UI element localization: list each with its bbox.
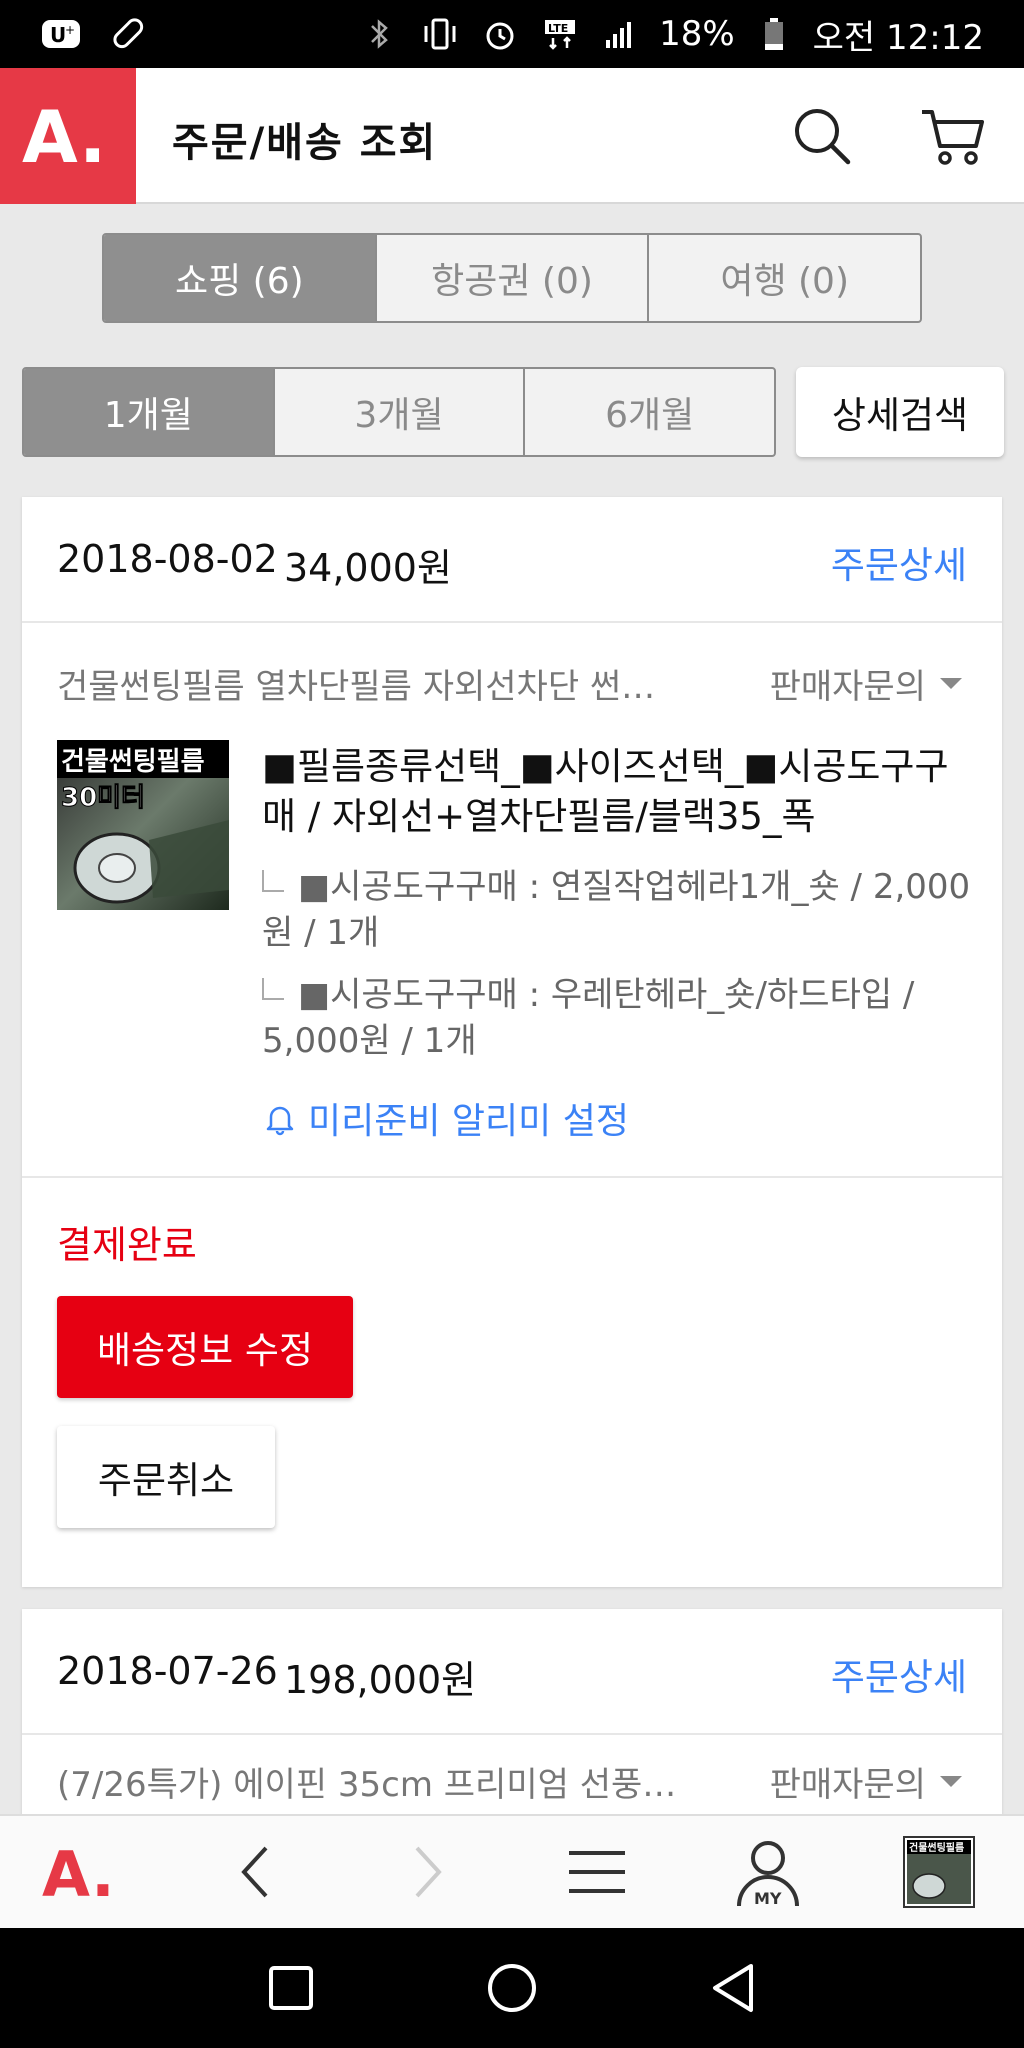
bell-icon — [266, 1106, 294, 1136]
sub-option: ■시공도구구매 : 우레탄헤라_숏/하드타입 / 5,000원 / 1개 — [262, 972, 982, 1064]
battery-icon — [753, 13, 795, 55]
recent-item-thumbnail[interactable]: 건물썬팅필름 — [894, 1827, 984, 1917]
back-icon[interactable] — [211, 1827, 301, 1917]
order-header: 2018-08-02 34,000원 주문상세 — [22, 497, 1002, 623]
battery-percent: 18% — [659, 14, 735, 54]
svg-text:건물썬팅필름: 건물썬팅필름 — [909, 1841, 964, 1854]
menu-icon[interactable] — [552, 1827, 642, 1917]
order-detail-link[interactable]: 주문상세 — [831, 1647, 967, 1701]
alarm-label: 미리준비 알리미 설정 — [308, 1101, 629, 1142]
svg-text:A.: A. — [22, 96, 106, 176]
signal-icon — [599, 13, 641, 55]
search-icon[interactable] — [790, 104, 854, 168]
forward-icon[interactable] — [382, 1827, 472, 1917]
bluetooth-icon — [359, 13, 401, 55]
sub-option-text: ■시공도구구매 : 우레탄헤라_숏/하드타입 / 5,000원 / 1개 — [262, 975, 915, 1061]
chevron-down-icon — [940, 1776, 962, 1787]
sub-option: ■시공도구구매 : 연질작업헤라1개_숏 / 2,000원 / 1개 — [262, 864, 982, 956]
tab-6-months[interactable]: 6개월 — [525, 369, 774, 455]
product-name[interactable]: 건물썬팅필름 열차단필름 자외선차단 썬… — [57, 659, 707, 708]
svg-text:LTE: LTE — [548, 22, 568, 35]
detail-search-button[interactable]: 상세검색 — [796, 367, 1004, 457]
bandage-icon — [108, 13, 150, 55]
tab-shopping[interactable]: 쇼핑 (6) — [104, 235, 377, 321]
corner-icon — [262, 870, 284, 892]
svg-text:+: + — [65, 23, 75, 37]
order-date: 2018-08-02 — [57, 537, 278, 581]
my-page-icon[interactable]: MY — [723, 1827, 813, 1917]
tab-flights[interactable]: 항공권 (0) — [377, 235, 650, 321]
product-thumbnail[interactable]: 건물썬팅필름 30미터 — [57, 740, 229, 910]
corner-icon — [262, 978, 284, 1000]
clock: 오전 12:12 — [812, 17, 984, 58]
seller-inquiry-button[interactable]: 판매자문의 — [770, 1757, 962, 1806]
home-logo-icon[interactable]: A. — [40, 1827, 130, 1917]
tab-3-months[interactable]: 3개월 — [275, 369, 526, 455]
brand-logo[interactable]: A. — [0, 68, 136, 204]
status-bar: U + LTE 18% 오전 12:12 — [0, 0, 1024, 68]
home-icon[interactable] — [482, 1958, 542, 2018]
svg-text:건물썬팅필름: 건물썬팅필름 — [61, 747, 205, 777]
page-title: 주문/배송 조회 — [172, 120, 438, 166]
seller-inquiry-label: 판매자문의 — [769, 1765, 926, 1805]
recent-apps-icon[interactable] — [261, 1958, 321, 2018]
bottom-nav: A. MY 건물썬팅필름 — [0, 1814, 1024, 1928]
edit-shipping-button[interactable]: 배송정보 수정 — [57, 1296, 353, 1398]
svg-text:MY: MY — [754, 1889, 782, 1908]
chevron-down-icon — [940, 678, 962, 689]
order-date: 2018-07-26 — [57, 1649, 278, 1693]
seller-inquiry-button[interactable]: 판매자문의 — [770, 659, 962, 708]
svg-text:U: U — [50, 23, 66, 47]
app-header: A. 주문/배송 조회 — [0, 68, 1024, 204]
category-tabs: 쇼핑 (6) 항공권 (0) 여행 (0) — [102, 233, 922, 323]
tab-travel[interactable]: 여행 (0) — [649, 235, 920, 321]
lte-icon: LTE — [539, 13, 581, 55]
order-detail-link[interactable]: 주문상세 — [831, 535, 967, 589]
sub-option-text: ■시공도구구매 : 연질작업헤라1개_숏 / 2,000원 / 1개 — [262, 867, 971, 953]
tab-1-month[interactable]: 1개월 — [24, 369, 275, 455]
seller-inquiry-label: 판매자문의 — [769, 667, 926, 707]
order-header: 2018-07-26 198,000원 주문상세 — [22, 1609, 1002, 1735]
cancel-order-button[interactable]: 주문취소 — [57, 1426, 275, 1528]
uplus-icon: U + — [40, 13, 82, 55]
system-nav-bar — [0, 1928, 1024, 2048]
order-card: 2018-07-26 198,000원 주문상세 (7/26특가) 에이핀 35… — [22, 1609, 1002, 1829]
alarm-setting-link[interactable]: 미리준비 알리미 설정 — [262, 1092, 629, 1144]
svg-text:30미터: 30미터 — [61, 783, 145, 813]
cart-icon[interactable] — [918, 104, 988, 168]
svg-text:A.: A. — [42, 1842, 115, 1902]
option-main: ■필름종류선택_■사이즈선택_■시공도구구매 / 자외선+열차단필름/블랙35_… — [262, 745, 949, 838]
product-name[interactable]: (7/26특가) 에이핀 35cm 프리미엄 선풍… — [57, 1757, 707, 1806]
payment-status: 결제완료 — [57, 1223, 197, 1267]
period-tabs: 1개월 3개월 6개월 — [22, 367, 776, 457]
order-amount: 34,000원 — [284, 546, 452, 590]
order-amount: 198,000원 — [284, 1658, 477, 1702]
vibrate-icon — [419, 13, 461, 55]
back-triangle-icon[interactable] — [703, 1958, 763, 2018]
alarm-icon — [479, 13, 521, 55]
